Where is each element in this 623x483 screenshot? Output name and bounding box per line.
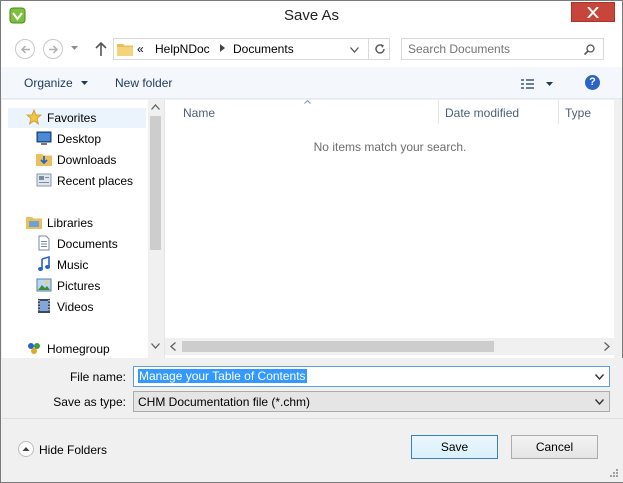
- folder-icon: [117, 44, 133, 56]
- file-list-horizontal-scrollbar[interactable]: [165, 338, 615, 355]
- star-icon: [26, 109, 42, 125]
- nav-item-music[interactable]: Music: [36, 255, 146, 275]
- column-header-date-modified[interactable]: Date modified: [438, 100, 558, 124]
- view-options-button[interactable]: [520, 76, 556, 92]
- nav-label-pictures: Pictures: [57, 279, 101, 293]
- nav-item-libraries[interactable]: Libraries: [26, 213, 146, 233]
- command-toolbar: Organize New folder ?: [1, 67, 622, 99]
- resize-grip-icon[interactable]: [609, 468, 619, 478]
- column-label-date-modified: Date modified: [445, 106, 520, 120]
- scroll-right-arrow[interactable]: [604, 342, 610, 351]
- scroll-left-arrow[interactable]: [170, 342, 176, 351]
- nav-label-desktop: Desktop: [57, 132, 102, 146]
- search-input[interactable]: [408, 42, 573, 56]
- help-icon[interactable]: ?: [585, 75, 600, 90]
- nav-label-favorites: Favorites: [47, 111, 97, 125]
- music-icon: [38, 256, 50, 271]
- nav-item-recent-places[interactable]: Recent places: [36, 171, 146, 191]
- up-arrow-icon[interactable]: [94, 41, 108, 57]
- file-list-scroll-thumb[interactable]: [182, 341, 494, 352]
- breadcrumb-overflow[interactable]: «: [137, 42, 144, 56]
- file-name-field[interactable]: Manage your Table of Contents: [133, 366, 610, 387]
- nav-item-pictures[interactable]: Pictures: [36, 276, 146, 296]
- save-as-type-value: CHM Documentation file (*.chm): [138, 395, 311, 409]
- title-bar: Save As: [1, 1, 622, 31]
- chevron-down-icon[interactable]: [595, 399, 604, 405]
- pictures-icon: [36, 278, 52, 292]
- nav-label-recent-places: Recent places: [57, 174, 134, 188]
- chevron-down-icon[interactable]: [595, 374, 604, 380]
- nav-item-videos[interactable]: Videos: [36, 297, 146, 317]
- save-button[interactable]: Save: [411, 435, 498, 459]
- hide-folders-label: Hide Folders: [39, 443, 108, 457]
- close-icon: [587, 7, 599, 18]
- refresh-button[interactable]: [368, 39, 390, 59]
- organize-label: Organize: [24, 76, 73, 90]
- save-as-dialog: Save As « HelpNDoc Documents Search Docu…: [0, 0, 623, 483]
- organize-button[interactable]: Organize: [24, 76, 89, 90]
- recent-places-icon: [36, 173, 52, 187]
- column-header-type[interactable]: Type: [558, 100, 618, 124]
- nav-label-documents: Documents: [57, 237, 118, 251]
- save-form: File name: Manage your Table of Contents…: [2, 358, 623, 418]
- nav-item-documents[interactable]: Documents: [36, 234, 146, 254]
- nav-vertical-scrollbar[interactable]: [148, 100, 163, 358]
- sort-ascending-icon: [304, 100, 311, 104]
- back-button[interactable]: [15, 39, 35, 59]
- breadcrumb-helpndoc[interactable]: HelpNDoc: [155, 42, 210, 56]
- nav-label-music: Music: [57, 258, 89, 272]
- downloads-icon: [36, 154, 52, 166]
- view-options-icon: [521, 79, 553, 89]
- forward-arrow-icon: [49, 45, 59, 54]
- nav-label-downloads: Downloads: [57, 153, 117, 167]
- back-arrow-icon: [20, 45, 30, 54]
- dialog-footer: Hide Folders Save Cancel: [2, 418, 623, 482]
- column-header-name[interactable]: Name: [165, 100, 438, 124]
- column-label-name: Name: [183, 106, 216, 120]
- scroll-down-arrow[interactable]: [151, 343, 160, 349]
- videos-icon: [38, 299, 50, 313]
- address-row: « HelpNDoc Documents: [1, 31, 622, 67]
- scroll-up-arrow[interactable]: [151, 104, 160, 110]
- nav-item-downloads[interactable]: Downloads: [36, 150, 146, 170]
- chevron-right-icon[interactable]: [220, 44, 225, 52]
- nav-item-favorites[interactable]: Favorites: [26, 108, 146, 128]
- breadcrumb-documents[interactable]: Documents: [233, 42, 294, 56]
- column-label-type: Type: [565, 106, 592, 120]
- nav-label-homegroup: Homegroup: [47, 342, 110, 356]
- empty-results-message: No items match your search.: [313, 140, 467, 154]
- refresh-icon: [375, 44, 385, 54]
- recent-locations-dropdown[interactable]: [71, 46, 78, 51]
- nav-label-videos: Videos: [57, 300, 94, 314]
- nav-label-libraries: Libraries: [47, 216, 94, 230]
- nav-item-desktop[interactable]: Desktop: [36, 129, 146, 149]
- search-box[interactable]: [401, 38, 604, 60]
- cancel-button[interactable]: Cancel: [511, 435, 598, 459]
- nav-item-homegroup[interactable]: Homegroup: [26, 339, 146, 358]
- navigation-pane: Favorites Desktop Downloads Recent place…: [2, 100, 163, 358]
- save-as-type-select[interactable]: CHM Documentation file (*.chm): [133, 391, 610, 412]
- window-title: Save As: [283, 7, 340, 24]
- forward-button[interactable]: [43, 39, 63, 59]
- desktop-icon: [36, 131, 52, 145]
- chevron-up-icon: [18, 441, 34, 457]
- chevron-down-icon[interactable]: [350, 47, 359, 53]
- homegroup-icon: [28, 343, 40, 354]
- chevron-down-icon: [81, 81, 89, 86]
- save-as-type-label: Save as type:: [53, 395, 126, 409]
- new-folder-button[interactable]: New folder: [115, 76, 172, 90]
- close-button[interactable]: [571, 2, 615, 22]
- file-name-label: File name:: [69, 370, 126, 384]
- libraries-icon: [26, 217, 42, 229]
- search-icon[interactable]: [584, 44, 595, 55]
- documents-icon: [38, 235, 50, 251]
- file-list-pane: Name Date modified Type No items match y…: [164, 100, 615, 358]
- address-bar[interactable]: « HelpNDoc Documents: [113, 38, 390, 60]
- nav-scroll-thumb[interactable]: [150, 116, 161, 250]
- file-name-value[interactable]: Manage your Table of Contents: [138, 369, 307, 383]
